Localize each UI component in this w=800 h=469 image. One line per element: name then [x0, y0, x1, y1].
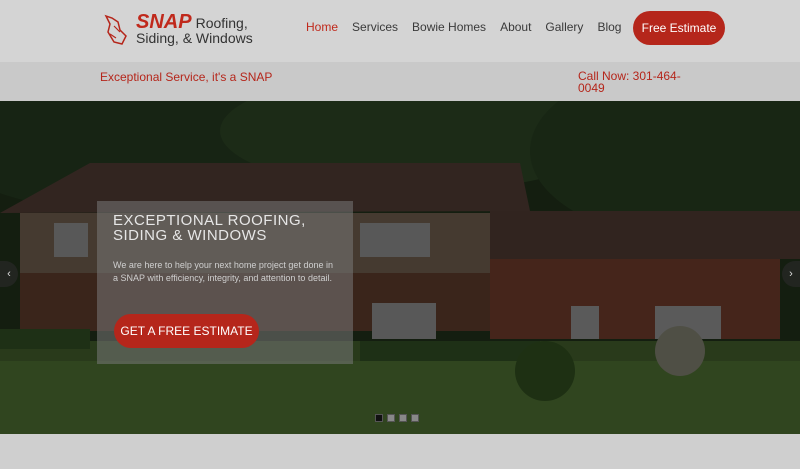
chevron-left-icon: ‹: [7, 268, 11, 280]
hero-title: EXCEPTIONAL ROOFING, SIDING & WINDOWS: [113, 212, 306, 244]
logo-line-2: Siding, & Windows: [136, 29, 253, 46]
nav-blog[interactable]: Blog: [597, 20, 621, 34]
site-logo[interactable]: SNAP Roofing, Siding, & Windows: [100, 10, 253, 50]
site-header: SNAP Roofing, Siding, & Windows Home Serv…: [0, 0, 800, 62]
slider-dot-4[interactable]: [411, 414, 419, 422]
page-bottom-band: [0, 434, 800, 469]
hero-slider: EXCEPTIONAL ROOFING, SIDING & WINDOWS We…: [0, 101, 800, 434]
nav-about[interactable]: About: [500, 20, 531, 34]
nav-home[interactable]: Home: [306, 20, 338, 34]
main-nav: Home Services Bowie Homes About Gallery …: [306, 20, 635, 34]
call-now-link[interactable]: Call Now: 301-464-0049: [578, 70, 698, 94]
chevron-right-icon: ›: [789, 268, 793, 280]
free-estimate-button[interactable]: Free Estimate: [633, 11, 725, 45]
page: SNAP Roofing, Siding, & Windows Home Serv…: [0, 0, 800, 469]
logo-line-1: SNAP Roofing,: [136, 12, 253, 32]
logo-roofing: Roofing,: [195, 14, 248, 31]
slider-dot-1[interactable]: [375, 414, 383, 422]
nav-gallery[interactable]: Gallery: [545, 20, 583, 34]
slider-dot-3[interactable]: [399, 414, 407, 422]
nav-bowie-homes[interactable]: Bowie Homes: [412, 20, 486, 34]
logo-mascot-icon: [104, 14, 127, 45]
info-bar: Exceptional Service, it's a SNAP Call No…: [0, 62, 800, 101]
slider-dots: [375, 414, 419, 422]
get-free-estimate-button[interactable]: GET A FREE ESTIMATE: [114, 314, 259, 348]
tagline: Exceptional Service, it's a SNAP: [100, 70, 273, 84]
logo-wordmark: SNAP Roofing, Siding, & Windows: [136, 12, 253, 46]
nav-services[interactable]: Services: [352, 20, 398, 34]
slider-dot-2[interactable]: [387, 414, 395, 422]
hero-text: We are here to help your next home proje…: [113, 260, 333, 283]
hero-caption: EXCEPTIONAL ROOFING, SIDING & WINDOWS We…: [97, 201, 353, 364]
